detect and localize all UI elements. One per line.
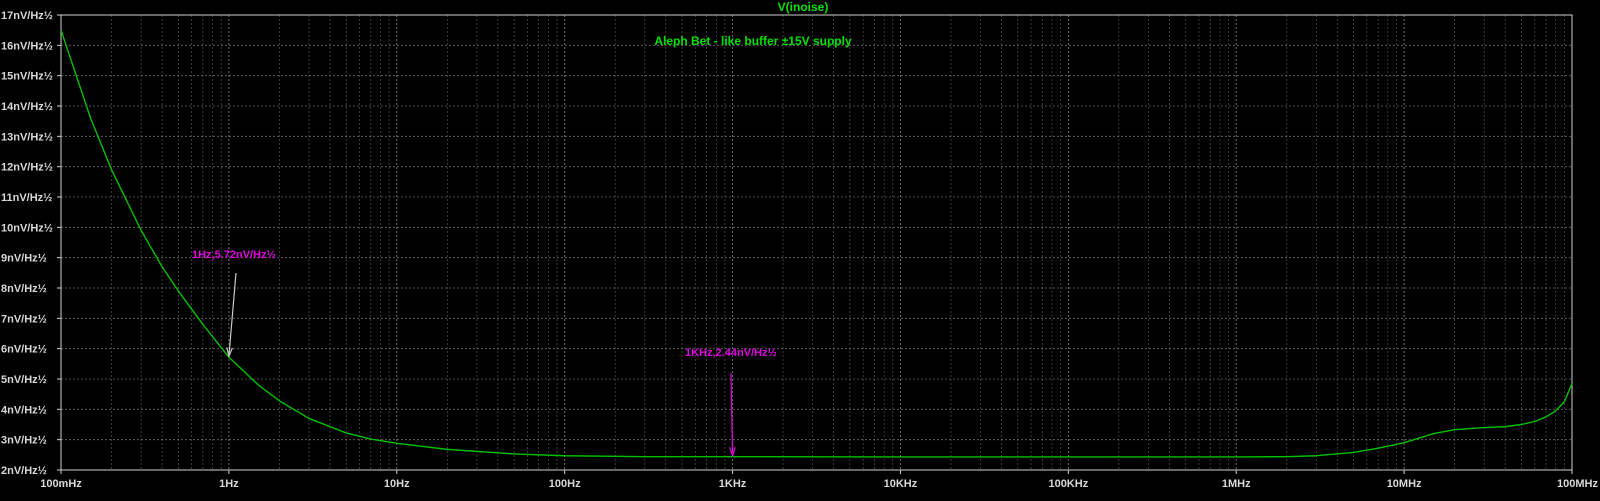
y-tick-label: 8nV/Hz½	[1, 283, 47, 295]
y-tick-label: 2nV/Hz½	[1, 465, 47, 477]
x-tick-label: 1MHz	[1222, 478, 1251, 490]
x-tick-label: 1Hz	[219, 478, 239, 490]
y-tick-label: 17nV/Hz½	[1, 10, 53, 22]
x-tick-label: 10KHz	[884, 478, 918, 490]
annotation-label[interactable]: 1KHz,2.44nV/Hz½	[685, 347, 777, 359]
y-tick-label: 16nV/Hz½	[1, 40, 53, 52]
x-tick-label: 1KHz	[719, 478, 747, 490]
chart-title[interactable]: V(inoise)	[778, 0, 829, 14]
y-tick-label: 15nV/Hz½	[1, 71, 53, 83]
x-tick-label: 100mHz	[40, 478, 82, 490]
y-tick-label: 9nV/Hz½	[1, 253, 47, 265]
x-tick-label: 100Hz	[549, 478, 581, 490]
y-tick-label: 4nV/Hz½	[1, 404, 47, 416]
y-tick-label: 5nV/Hz½	[1, 374, 47, 386]
y-tick-label: 6nV/Hz½	[1, 344, 47, 356]
x-tick-label: 100MHz	[1557, 478, 1598, 490]
y-tick-label: 10nV/Hz½	[1, 222, 53, 234]
x-tick-label: 10MHz	[1387, 478, 1422, 490]
y-tick-label: 12nV/Hz½	[1, 162, 53, 174]
y-tick-label: 11nV/Hz½	[1, 192, 52, 204]
y-tick-label: 3nV/Hz½	[1, 435, 47, 447]
y-tick-label: 13nV/Hz½	[1, 131, 53, 143]
chart-subtitle: Aleph Bet - like buffer ±15V supply	[654, 34, 852, 48]
y-tick-label: 14nV/Hz½	[1, 101, 53, 113]
y-tick-label: 7nV/Hz½	[1, 313, 47, 325]
x-tick-label: 100KHz	[1048, 478, 1088, 490]
annotation-label[interactable]: 1Hz,5.72nV/Hz½	[192, 249, 276, 261]
x-tick-label: 10Hz	[384, 478, 410, 490]
noise-plot: 17nV/Hz½ 16nV/Hz½ 15nV/Hz½ 14nV/Hz½ 13nV/Hz½…	[0, 0, 1600, 501]
